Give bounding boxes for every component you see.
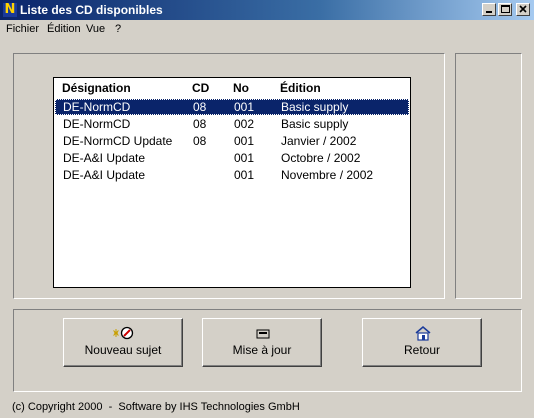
column-header-designation[interactable]: Désignation	[62, 78, 131, 98]
row-edition: Octobre / 2002	[281, 151, 361, 165]
maximize-button[interactable]	[498, 3, 512, 16]
list-row[interactable]: DE-NormCD 08 001 Basic supply	[55, 99, 409, 115]
row-designation: DE-NormCD Update	[63, 134, 173, 148]
menu-vue[interactable]: Vue	[86, 23, 105, 35]
menu-edition[interactable]: Édition	[47, 23, 81, 35]
minimize-icon	[486, 11, 492, 13]
back-button[interactable]: Retour	[362, 318, 482, 367]
home-icon	[415, 326, 431, 341]
back-label: Retour	[403, 343, 441, 357]
row-designation: DE-NormCD	[63, 117, 131, 131]
row-no: 001	[234, 151, 255, 165]
new-subject-label: Nouveau sujet	[84, 343, 162, 357]
row-edition: Novembre / 2002	[281, 168, 374, 182]
row-designation: DE-A&I Update	[63, 151, 146, 165]
update-button[interactable]: Mise à jour	[202, 318, 322, 367]
column-header-edition[interactable]: Édition	[280, 78, 321, 98]
menu-help[interactable]: ?	[115, 23, 121, 35]
row-edition: Basic supply	[281, 117, 349, 131]
disk-icon	[256, 329, 270, 339]
list-row[interactable]: DE-NormCD Update 08 001 Janvier / 2002	[55, 133, 409, 149]
row-designation: DE-A&I Update	[63, 168, 146, 182]
update-label: Mise à jour	[232, 343, 292, 357]
list-row[interactable]: DE-A&I Update 001 Octobre / 2002	[55, 150, 409, 166]
row-cd: 08	[193, 134, 207, 148]
row-designation: DE-NormCD	[63, 100, 131, 114]
row-no: 002	[234, 117, 255, 131]
new-subject-button[interactable]: Nouveau sujet	[63, 318, 183, 367]
title-bar[interactable]: N Liste des CD disponibles	[0, 0, 534, 20]
row-edition: Basic supply	[281, 100, 349, 114]
row-cd: 08	[193, 117, 207, 131]
row-cd: 08	[193, 100, 207, 114]
list-row[interactable]: DE-NormCD 08 002 Basic supply	[55, 116, 409, 132]
copyright-text: (c) Copyright 2000 - Software by IHS Tec…	[12, 401, 300, 413]
new-subject-icon	[113, 326, 134, 340]
row-no: 001	[234, 134, 255, 148]
close-button[interactable]	[516, 3, 530, 16]
menu-bar: Fichier Édition Vue ?	[0, 21, 534, 39]
maximize-icon	[501, 5, 510, 13]
menu-fichier[interactable]: Fichier	[6, 23, 39, 35]
row-no: 001	[234, 100, 255, 114]
app-icon: N	[3, 2, 17, 17]
list-row[interactable]: DE-A&I Update 001 Novembre / 2002	[55, 167, 409, 183]
column-header-no[interactable]: No	[233, 78, 249, 98]
minimize-button[interactable]	[482, 3, 496, 16]
cd-list[interactable]: Désignation CD No Édition DE-NormCD 08 0…	[53, 77, 411, 288]
main-window: N Liste des CD disponibles Fichier Éditi…	[0, 0, 534, 418]
column-header-cd[interactable]: CD	[192, 78, 209, 98]
close-icon	[519, 5, 527, 13]
row-edition: Janvier / 2002	[281, 134, 357, 148]
window-title: Liste des CD disponibles	[20, 3, 163, 17]
row-no: 001	[234, 168, 255, 182]
side-panel	[455, 53, 522, 299]
